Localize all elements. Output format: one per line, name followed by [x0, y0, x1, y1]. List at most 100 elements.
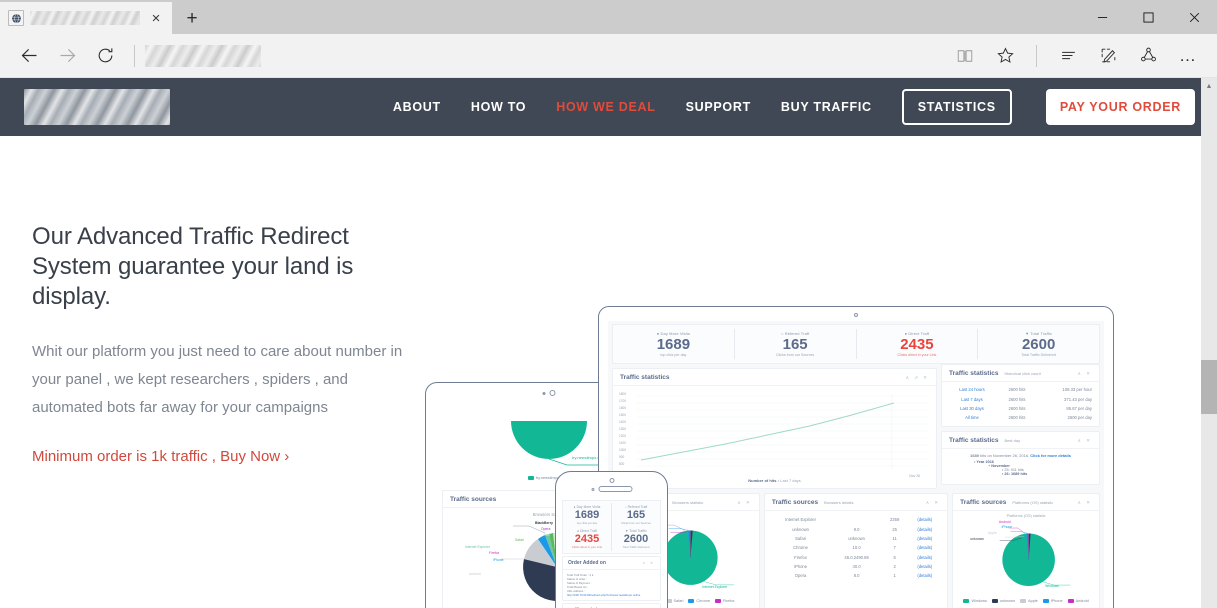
card-tools[interactable]: ∧ ✕ [1078, 371, 1092, 377]
nav-item-how-to[interactable]: HOW TO [471, 100, 526, 114]
details-link[interactable]: (details) [907, 524, 942, 533]
legend-item: unknown [991, 599, 1015, 603]
hero-copy: Our Advanced Traffic Redirect System gua… [32, 222, 407, 466]
best-day-card: Traffic statistics Best day ∧ ✕ 1689 hit… [941, 430, 1100, 485]
back-arrow-icon[interactable] [10, 39, 48, 73]
pencil-note-icon[interactable] [1089, 39, 1127, 73]
y-tick: 1400 [619, 420, 627, 424]
card-header: Traffic statistics ∧ ⇗ ✕ [613, 369, 936, 386]
table-row: Internet Explorer 2359 (details) [770, 515, 942, 524]
y-tick: 1500 [619, 413, 627, 417]
pie-label: Firefox [489, 551, 500, 556]
window-controls [1079, 0, 1217, 34]
nav-item-buy-traffic[interactable]: BUY TRAFFIC [781, 100, 872, 114]
pay-your-order-button[interactable]: PAY YOUR ORDER [1045, 89, 1195, 125]
browser-tab[interactable]: × [0, 2, 172, 34]
details-link[interactable]: (details) [907, 515, 942, 524]
share-icon[interactable] [1129, 39, 1167, 73]
y-tick: 1800 [619, 392, 627, 396]
site-nav: ABOUT HOW TO HOW WE DEAL SUPPORT BUY TRA… [393, 89, 1195, 125]
nav-item-support[interactable]: SUPPORT [686, 100, 751, 114]
statistics-button[interactable]: STATISTICS [901, 89, 1012, 125]
pie-label: Android [469, 572, 481, 577]
card-tools[interactable]: ∧ ✕ [643, 561, 655, 565]
legend-label: Firefox [722, 599, 735, 603]
site-logo[interactable]: site-logo [24, 89, 170, 125]
browser-name: iPhone [794, 564, 808, 570]
stat-note: Clicks direct in your Link [571, 545, 603, 549]
maximize-icon[interactable] [1125, 0, 1171, 34]
legend-item: Firefox [714, 599, 735, 603]
address-bar[interactable] [145, 44, 261, 67]
card-body: 1689 hits on November 26, 2016. Click fo… [942, 449, 1099, 484]
legend-label: Windows [971, 599, 987, 603]
historical-table: Last 24 hours 2600 hits 108.33 per hour … [946, 385, 1095, 423]
window-close-icon[interactable] [1171, 0, 1217, 34]
hero-subtitle: Whit our platform you just need to care … [32, 343, 403, 416]
stat-value: 1689 [574, 509, 600, 521]
table-row: Chrome 10.0 7 (details) [770, 543, 942, 552]
stat-card-refered-traff: ○ Refered Traff 165 Clicks from our Sour… [735, 329, 857, 359]
hub-icon[interactable] [1049, 39, 1087, 73]
phone-screen: ● Day More Visits 1689 top click per day… [562, 500, 661, 608]
pie-label: iPhone [1001, 525, 1013, 530]
table-row: Last 7 days 2600 hits 371.43 per day [946, 394, 1095, 403]
stat-card-day-more-visits: ● Day More Visits 1689 top click per day [613, 329, 735, 359]
nav-item-about[interactable]: ABOUT [393, 100, 441, 114]
scrollbar-thumb[interactable] [1201, 360, 1217, 414]
card-title: Order Added on [568, 560, 606, 566]
y-tick: 1700 [619, 399, 627, 403]
phone-stats-strip: ● Day More Visits 1689 top click per day… [562, 500, 661, 554]
refresh-arrow-icon[interactable] [86, 39, 124, 73]
browser-toolbar: … [0, 34, 1217, 78]
star-icon[interactable] [986, 39, 1024, 73]
card-subtitle: Browsers statistic [672, 500, 704, 505]
table-row: Last 30 days 2600 hits 86.67 per day [946, 404, 1095, 413]
buy-now-link[interactable]: Minimum order is 1k traffic , Buy Now › [32, 448, 289, 465]
stat-card-day-more-visits: ● Day More Visits 1689 top click per day [563, 503, 612, 527]
card-tools[interactable]: ∧ ✕ [1078, 500, 1092, 506]
book-icon[interactable] [946, 39, 984, 73]
minimize-icon[interactable] [1079, 0, 1125, 34]
details-link[interactable]: (details) [907, 534, 942, 543]
pie-label: Opera [541, 527, 551, 532]
y-tick: 1200 [619, 434, 627, 438]
stat-note: Total Traffic Delivered [622, 545, 650, 549]
page-viewport: site-logo ABOUT HOW TO HOW WE DEAL SUPPO… [0, 78, 1217, 608]
nav-item-how-we-deal[interactable]: HOW WE DEAL [556, 100, 655, 114]
legend-item: Android [1067, 599, 1089, 603]
card-title: Traffic sources [450, 496, 497, 503]
toolbar-divider [134, 44, 135, 67]
card-tools[interactable]: ∧ ✕ [738, 500, 752, 506]
order-url-link[interactable]: http://198.70.64.80/redirect.php?url=www… [567, 593, 656, 597]
forward-arrow-icon[interactable] [48, 39, 86, 73]
card-tools[interactable]: ∧ ✕ [1078, 438, 1092, 444]
browser-name: Firefox [794, 554, 807, 560]
browser-name: unknown [792, 526, 809, 532]
rate-cell: 371.43 per day [1064, 396, 1092, 402]
details-link[interactable]: (details) [907, 571, 942, 580]
period-cell[interactable]: Last 7 days [946, 394, 998, 403]
card-body: Last 24 hours 2600 hits 108.33 per hour … [942, 382, 1099, 426]
stat-note: Total Traffic Delivered [1021, 353, 1056, 357]
toolbar-divider-2 [1036, 44, 1037, 67]
period-cell[interactable]: Last 30 days [946, 404, 998, 413]
browser-window: × + … ABOUT HOW TO HOW WE DEAL SUPPORT B… [0, 0, 1217, 608]
y-tick: 900 [619, 455, 625, 459]
legend-item: iPhone [1042, 599, 1063, 603]
page-scrollbar[interactable]: ▲ [1201, 78, 1217, 608]
details-link[interactable]: (details) [907, 562, 942, 571]
scroll-up-arrow-icon[interactable]: ▲ [1201, 78, 1217, 94]
best-day-details-link[interactable]: Click for more details [1030, 453, 1071, 458]
details-link[interactable]: (details) [907, 553, 942, 562]
card-header: Traffic sources Browsers details ∧ ✕ [764, 494, 948, 511]
period-cell[interactable]: Last 24 hours [946, 385, 998, 394]
close-icon[interactable]: × [146, 8, 166, 28]
hits-line-chart: 1800 1700 1600 1500 1400 1300 1200 1100 [619, 390, 930, 478]
new-tab-button[interactable]: + [172, 4, 212, 34]
card-tools[interactable]: ∧ ✕ [926, 500, 940, 506]
period-cell[interactable]: All time [946, 413, 998, 422]
card-tools[interactable]: ∧ ⇗ ✕ [906, 375, 929, 381]
more-icon[interactable]: … [1169, 39, 1207, 73]
details-link[interactable]: (details) [907, 543, 942, 552]
